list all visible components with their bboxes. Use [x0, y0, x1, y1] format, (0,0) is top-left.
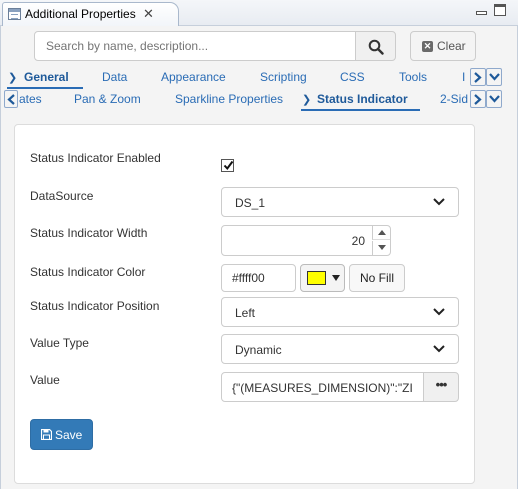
position-select[interactable]: Left: [221, 297, 459, 327]
value-input[interactable]: {"(MEASURES_DIMENSION)":"ZI: [221, 372, 424, 402]
chevron-down-icon: [433, 308, 445, 316]
color-picker-button[interactable]: [300, 264, 345, 292]
tab-css[interactable]: CSS: [340, 70, 365, 84]
save-icon: [41, 429, 52, 440]
tab-data[interactable]: Data: [102, 70, 127, 84]
decrement-button[interactable]: [372, 241, 390, 255]
color-hex-input[interactable]: #ffff00: [221, 264, 296, 292]
value-type-select[interactable]: Dynamic: [221, 334, 459, 364]
chevron-down-icon: ❯: [302, 94, 312, 106]
tab-general[interactable]: General: [24, 70, 69, 84]
width-stepper[interactable]: 20: [221, 225, 391, 256]
tabs-dropdown-button[interactable]: [486, 68, 502, 86]
arrow-up-icon: [378, 230, 386, 235]
subtabs-dropdown-button[interactable]: [486, 90, 502, 108]
datasource-value: DS_1: [235, 196, 266, 210]
subtab-pan-zoom[interactable]: Pan & Zoom: [74, 92, 141, 106]
subtab-status-indicator[interactable]: Status Indicator: [317, 92, 408, 106]
tab-overflow[interactable]: I: [462, 70, 465, 84]
value-type-value: Dynamic: [235, 343, 282, 357]
properties-view-icon: [8, 8, 21, 20]
chevron-down-icon: [433, 345, 445, 353]
chevron-down-icon: [433, 198, 445, 206]
tab-tools[interactable]: Tools: [399, 70, 427, 84]
minimize-icon[interactable]: [475, 4, 487, 16]
chevron-down-icon: [489, 95, 500, 103]
no-fill-button[interactable]: No Fill: [349, 264, 405, 292]
chevron-right-icon: [474, 94, 482, 105]
position-label: Status Indicator Position: [30, 299, 160, 313]
increment-button[interactable]: [372, 226, 390, 240]
clear-icon: ✕: [422, 41, 433, 52]
clear-label: Clear: [437, 39, 466, 53]
search-input[interactable]: [34, 31, 356, 61]
close-icon[interactable]: ✕: [143, 6, 154, 22]
save-label: Save: [55, 428, 83, 442]
chevron-right-icon: [474, 72, 482, 83]
width-value: 20: [351, 234, 365, 248]
width-label: Status Indicator Width: [30, 226, 148, 240]
save-button[interactable]: Save: [30, 419, 93, 450]
chevron-down-icon: ❯: [8, 72, 18, 84]
color-swatch: [307, 271, 326, 285]
subtab-templates[interactable]: ates: [19, 92, 42, 106]
position-value: Left: [235, 306, 256, 320]
view-tab-additional-properties[interactable]: Additional Properties ✕: [2, 2, 179, 26]
view-tab-title: Additional Properties: [25, 7, 136, 21]
subtabs-scroll-right-button[interactable]: [470, 90, 486, 108]
value-type-label: Value Type: [30, 336, 89, 350]
datasource-label: DataSource: [30, 189, 94, 203]
maximize-icon[interactable]: [494, 4, 506, 16]
tab-row-secondary: ates Pan & Zoom Sparkline Properties ❯ S…: [0, 89, 474, 111]
tabs-scroll-right-button[interactable]: [470, 68, 486, 86]
chevron-down-icon: [489, 73, 500, 81]
tab-scripting[interactable]: Scripting: [260, 70, 307, 84]
subtab-status-indicator-underline: [301, 109, 420, 111]
subtab-sparkline-properties[interactable]: Sparkline Properties: [175, 92, 283, 106]
tab-appearance[interactable]: Appearance: [161, 70, 226, 84]
caret-down-icon: [332, 275, 340, 281]
tab-row-primary: ❯ General Data Appearance Scripting CSS …: [0, 67, 474, 89]
datasource-select[interactable]: DS_1: [221, 187, 459, 217]
search-icon: [368, 39, 384, 55]
arrow-down-icon: [378, 245, 386, 250]
view-tabbar: Additional Properties ✕: [0, 0, 518, 26]
value-label: Value: [30, 373, 60, 387]
enabled-checkbox[interactable]: [221, 159, 234, 172]
search-button[interactable]: [355, 31, 396, 61]
enabled-label: Status Indicator Enabled: [30, 151, 161, 165]
clear-button[interactable]: ✕ Clear: [410, 31, 476, 61]
subtab-two-sided[interactable]: 2-Sid: [440, 92, 468, 106]
value-browse-button[interactable]: •••: [423, 372, 459, 402]
checkmark-icon: [223, 160, 234, 171]
color-label: Status Indicator Color: [30, 265, 146, 279]
